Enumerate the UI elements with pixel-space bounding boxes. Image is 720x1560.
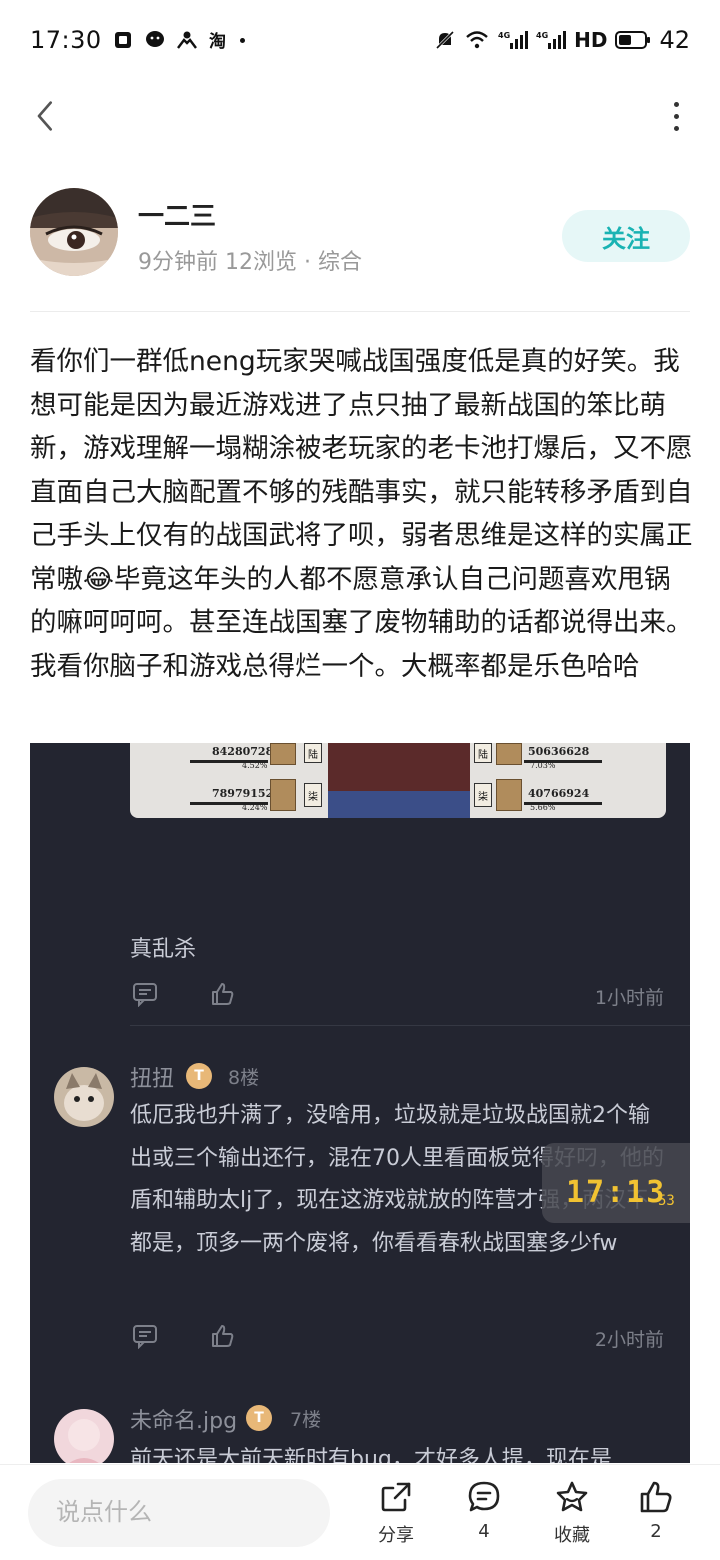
thumbs-up-icon	[212, 1325, 234, 1347]
bottom-action-bar: 分享 4 收藏 2	[0, 1464, 720, 1560]
follow-button[interactable]: 关注	[562, 210, 690, 262]
signal-4g-icon-1: 4G	[498, 31, 529, 49]
floating-clock-time: 17:13	[566, 1175, 667, 1210]
favorite-label: 收藏	[554, 1525, 590, 1546]
like-count: 2	[650, 1521, 662, 1542]
author-name[interactable]: 一二三	[138, 196, 216, 233]
svg-text:4G: 4G	[498, 31, 510, 40]
score-1: 84280728	[212, 745, 274, 758]
subscore-2: 7.03%	[530, 761, 556, 770]
post-meta: 9分钟前 12浏览 · 综合	[138, 250, 362, 275]
embedded-commenter-avatar	[54, 1409, 114, 1463]
header-divider	[30, 311, 690, 312]
chat-app-icon	[145, 31, 164, 47]
mute-bell-icon	[436, 30, 455, 50]
level-badge-icon: T	[186, 1063, 212, 1089]
chevron-left-icon	[37, 101, 53, 131]
avatar-image	[30, 188, 118, 276]
status-time: 17:30	[30, 26, 102, 54]
post-image[interactable]: 84280728 4.52% 陆 78979152 4.24% 柒 陆 5063…	[30, 743, 690, 1463]
more-button[interactable]	[664, 96, 688, 136]
post-body: 看你们一群低neng玩家哭喊战国强度低是真的好笑。我想可能是因为最近游戏进了点只…	[30, 346, 693, 682]
svg-text:淘: 淘	[209, 31, 226, 51]
embedded-comment-time: 2小时前	[594, 1329, 664, 1351]
notification-app-icon	[114, 32, 131, 48]
subscore-3: 4.24%	[242, 803, 268, 812]
embedded-floor-number: 7楼	[290, 1409, 322, 1431]
embedded-commenter-name: 未命名.jpg	[130, 1409, 238, 1434]
reply-icon	[133, 983, 157, 1007]
hd-indicator: HD	[574, 28, 608, 52]
embedded-commenter-name: 扭扭	[130, 1067, 175, 1092]
level-badge-icon: T	[246, 1405, 272, 1431]
subscore-4: 5.66%	[530, 803, 556, 812]
status-right: 4G 4G HD 42	[434, 26, 690, 54]
like-button[interactable]: 2	[620, 1479, 692, 1555]
status-left: 17:30 淘	[30, 26, 245, 54]
svg-text:4G: 4G	[536, 31, 548, 40]
embedded-comment-time: 1小时前	[594, 987, 664, 1009]
favorite-button[interactable]: 收藏	[536, 1479, 608, 1555]
reply-icon	[133, 1325, 157, 1349]
share-icon	[381, 1482, 411, 1512]
score-3: 78979152	[212, 787, 274, 800]
comment-button[interactable]: 4	[448, 1479, 520, 1555]
battery-icon	[615, 31, 651, 49]
embedded-commenter-avatar	[54, 1067, 114, 1127]
nav-bar	[0, 80, 720, 152]
comment-input[interactable]	[28, 1479, 330, 1547]
status-dot-icon	[239, 37, 245, 43]
battery-level: 42	[659, 26, 690, 54]
share-button[interactable]: 分享	[360, 1479, 432, 1555]
subscore-1: 4.52%	[242, 761, 268, 770]
star-icon	[556, 1481, 588, 1512]
embedded-floor-number: 8楼	[228, 1067, 260, 1089]
thumbs-up-icon	[640, 1481, 672, 1513]
comment-icon	[468, 1481, 500, 1512]
person-app-icon	[176, 31, 197, 49]
score-2: 50636628	[528, 745, 590, 758]
embedded-comment-body: 前天还是大前天新时有bug，才好多人提，现在是	[130, 1447, 612, 1463]
wifi-icon	[466, 31, 488, 49]
signal-4g-icon-2: 4G	[536, 31, 567, 49]
status-bar: 17:30 淘 4G 4G HD 42	[0, 0, 720, 80]
share-label: 分享	[378, 1525, 414, 1546]
floating-clock-seconds: 53	[658, 1193, 675, 1209]
more-vertical-icon	[673, 101, 679, 107]
thumbs-up-icon	[212, 983, 234, 1005]
score-4: 40766924	[528, 787, 590, 800]
back-button[interactable]	[24, 96, 64, 136]
embedded-comment-text: 真乱杀	[130, 937, 197, 962]
taobao-app-icon: 淘	[209, 31, 226, 51]
comment-count: 4	[478, 1521, 490, 1542]
battle-result-card: 84280728 4.52% 陆 78979152 4.24% 柒 陆 5063…	[130, 743, 666, 818]
author-row: 一二三 9分钟前 12浏览 · 综合 关注	[30, 186, 690, 282]
author-avatar[interactable]	[30, 188, 118, 276]
